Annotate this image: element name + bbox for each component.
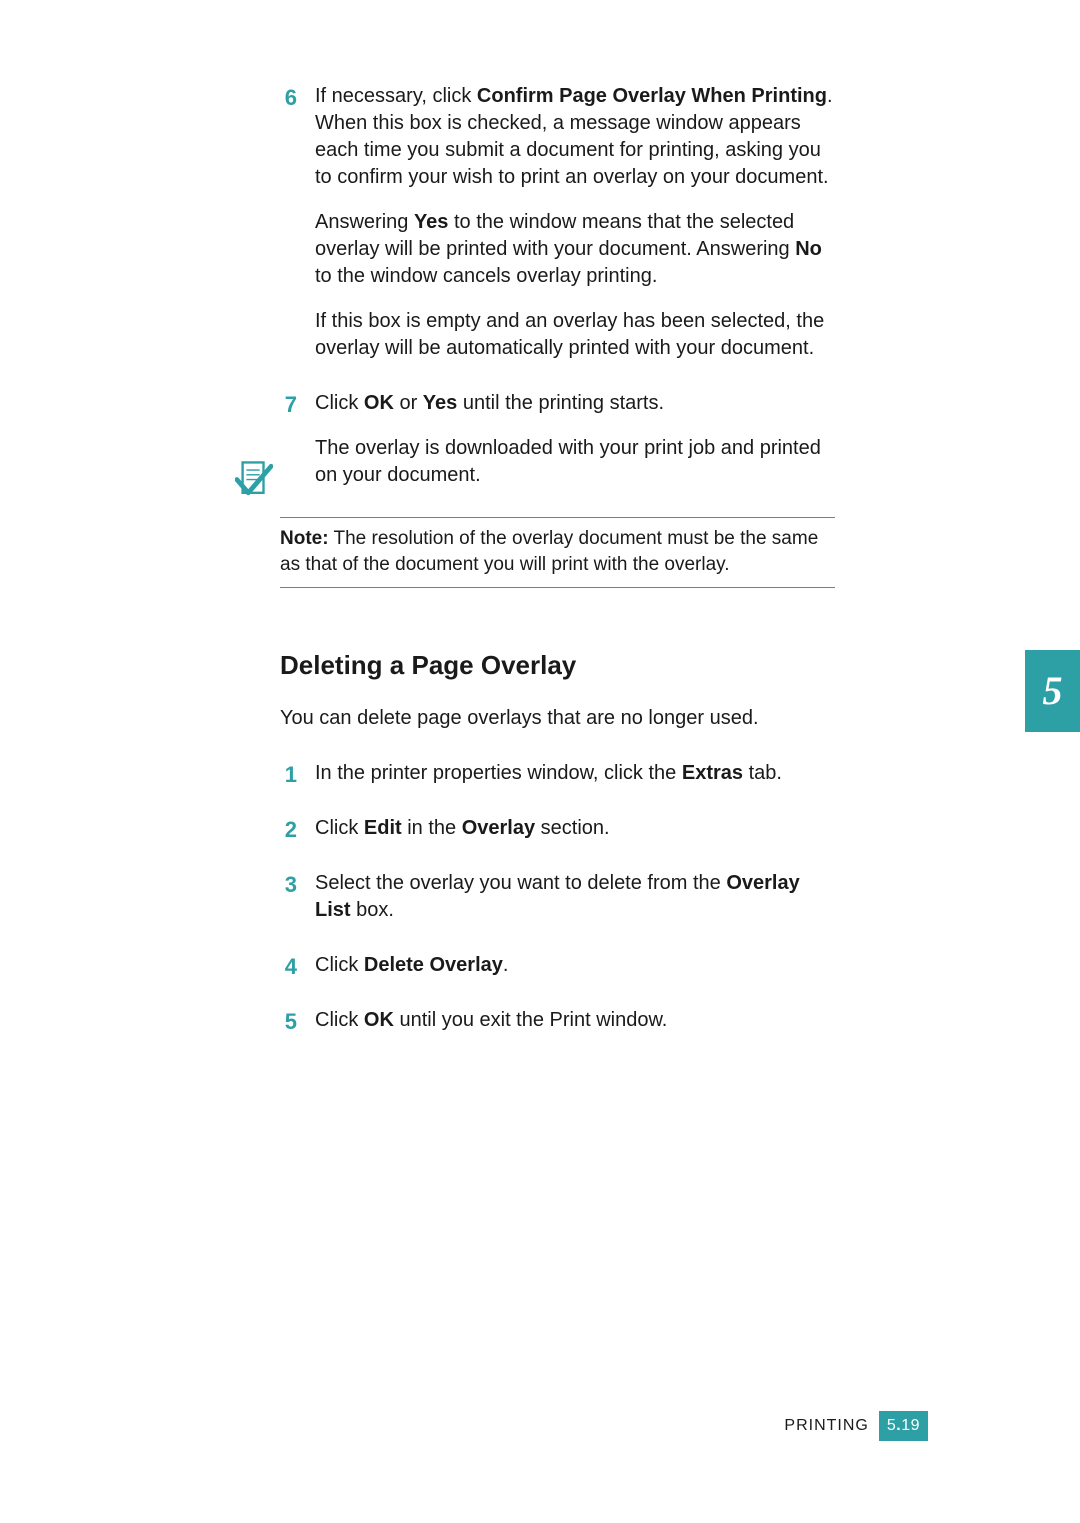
step-number: 5: [277, 1007, 297, 1037]
note-icon: [235, 458, 275, 511]
step-text: Answering Yes to the window means that t…: [315, 209, 835, 290]
step-text: Select the overlay you want to delete fr…: [315, 870, 835, 924]
step: 7 Click OK or Yes until the printing star…: [280, 390, 835, 489]
main-content: 6 If necessary, click Confirm Page Overla…: [280, 83, 835, 1062]
step-number: 6: [277, 83, 297, 113]
step-text: Click Delete Overlay.: [315, 952, 835, 979]
step-text: In the printer properties window, click …: [315, 760, 835, 787]
step: 2 Click Edit in the Overlay section.: [280, 815, 835, 842]
step-text: If this box is empty and an overlay has …: [315, 308, 835, 362]
page: 6 If necessary, click Confirm Page Overla…: [0, 0, 1080, 1523]
footer-page-box: 5.19: [879, 1411, 928, 1441]
step-text: Click OK or Yes until the printing start…: [315, 390, 835, 417]
step-text: The overlay is downloaded with your prin…: [315, 435, 835, 489]
step-number: 7: [277, 390, 297, 420]
step: 1 In the printer properties window, click…: [280, 760, 835, 787]
step: 6 If necessary, click Confirm Page Overla…: [280, 83, 835, 362]
chapter-tab: 5: [1025, 650, 1080, 732]
footer: PRINTING 5.19: [784, 1411, 928, 1441]
note-block: Note: The resolution of the overlay docu…: [280, 517, 835, 588]
section-heading: Deleting a Page Overlay: [280, 648, 835, 683]
step-number: 4: [277, 952, 297, 982]
steps-group-b: 1 In the printer properties window, click…: [280, 760, 835, 1034]
step-number: 1: [277, 760, 297, 790]
note-body: The resolution of the overlay document m…: [280, 528, 818, 575]
note-label: Note:: [280, 528, 329, 549]
section-intro: You can delete page overlays that are no…: [280, 705, 835, 732]
step-text: Click OK until you exit the Print window…: [315, 1007, 835, 1034]
step-number: 2: [277, 815, 297, 845]
step-text: Click Edit in the Overlay section.: [315, 815, 835, 842]
footer-page: 19: [901, 1417, 920, 1434]
note-text: Note: The resolution of the overlay docu…: [280, 517, 835, 588]
step-text: If necessary, click Confirm Page Overlay…: [315, 83, 835, 191]
footer-chapter: 5: [887, 1417, 896, 1434]
step: 4 Click Delete Overlay.: [280, 952, 835, 979]
step: 3 Select the overlay you want to delete f…: [280, 870, 835, 924]
steps-group-a: 6 If necessary, click Confirm Page Overla…: [280, 83, 835, 489]
step-number: 3: [277, 870, 297, 900]
step: 5 Click OK until you exit the Print windo…: [280, 1007, 835, 1034]
footer-label: PRINTING: [784, 1415, 868, 1437]
